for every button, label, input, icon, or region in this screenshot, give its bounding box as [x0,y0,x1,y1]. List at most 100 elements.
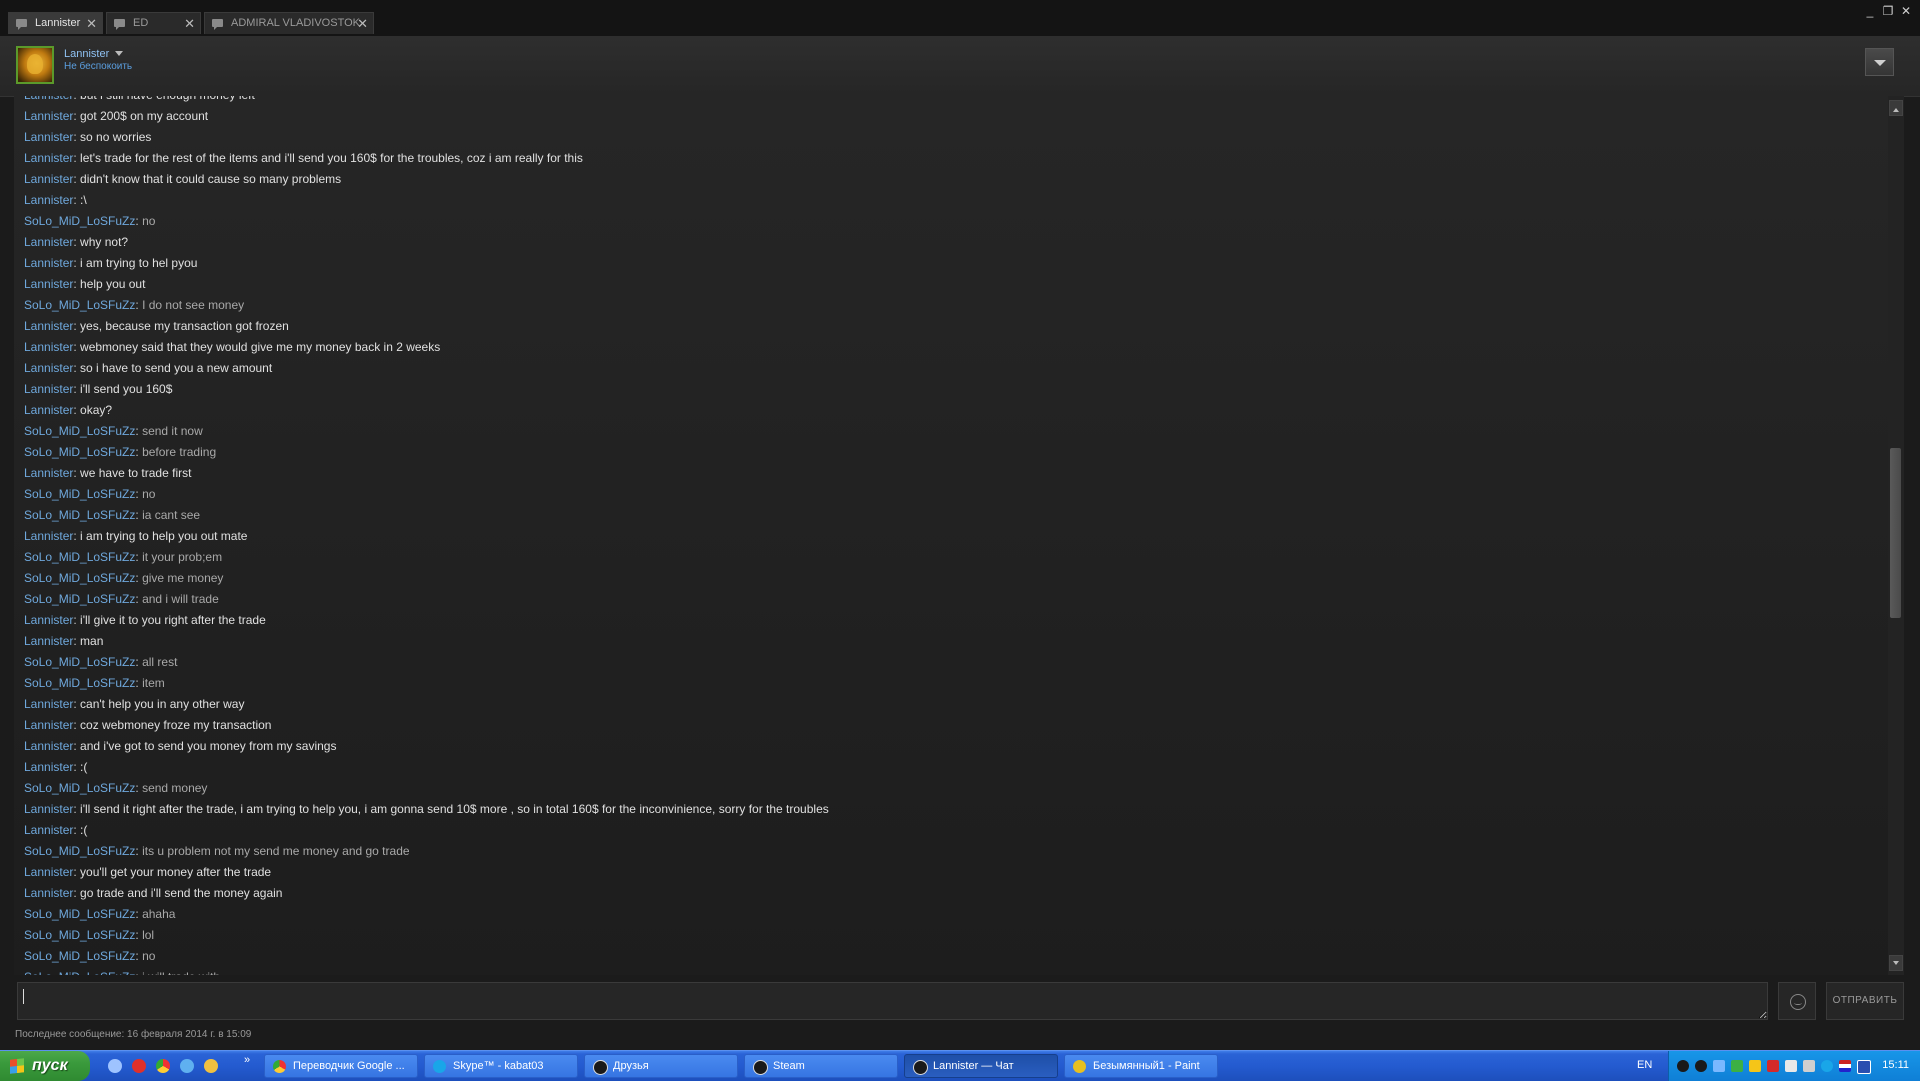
quicklaunch-more-icon[interactable]: » [244,1054,250,1066]
friend-name[interactable]: Lannister [64,48,109,60]
tray-shield-icon[interactable] [1731,1060,1743,1072]
message-author[interactable]: SoLo_MiD_LoSFuZz [24,487,135,501]
message-author[interactable]: SoLo_MiD_LoSFuZz [24,844,135,858]
message-author[interactable]: SoLo_MiD_LoSFuZz [24,424,135,438]
message-author[interactable]: SoLo_MiD_LoSFuZz [24,781,135,795]
message-author[interactable]: Lannister [24,172,73,186]
message-author[interactable]: Lannister [24,340,73,354]
message-text: why not? [80,235,129,249]
emoticon-button[interactable] [1778,982,1816,1020]
scroll-down-icon[interactable] [1889,955,1903,971]
chat-message: Lannister: you'll get your money after t… [24,862,829,883]
language-indicator[interactable]: EN [1637,1059,1652,1071]
chat-message: Lannister: and i've got to send you mone… [24,736,829,757]
tray-network-icon[interactable] [1713,1060,1725,1072]
message-author[interactable]: Lannister [24,151,73,165]
message-author[interactable]: SoLo_MiD_LoSFuZz [24,571,135,585]
quicklaunch-app-icon[interactable] [204,1059,218,1073]
message-author[interactable]: Lannister [24,886,73,900]
message-author[interactable]: Lannister [24,865,73,879]
message-author[interactable]: Lannister [24,109,73,123]
message-author[interactable]: SoLo_MiD_LoSFuZz [24,550,135,564]
scroll-thumb[interactable] [1890,448,1901,618]
steam-icon [913,1060,928,1075]
tray-v-icon[interactable] [1767,1060,1779,1072]
message-author[interactable]: Lannister [24,613,73,627]
paint-icon [1073,1060,1086,1073]
message-author[interactable]: Lannister [24,760,73,774]
task-steam[interactable]: Steam [744,1054,898,1078]
task-lannister-chat[interactable]: Lannister — Чат [904,1054,1058,1078]
tray-app-icon[interactable] [1857,1060,1871,1074]
tray-skype-icon[interactable] [1821,1060,1833,1072]
task-google-translate[interactable]: Переводчик Google ... [264,1054,418,1078]
chat-message: SoLo_MiD_LoSFuZz: ia cant see [24,505,829,526]
message-author[interactable]: Lannister [24,256,73,270]
tray-app-icon[interactable] [1785,1060,1797,1072]
message-author[interactable]: Lannister [24,96,73,102]
message-author[interactable]: Lannister [24,823,73,837]
message-author[interactable]: SoLo_MiD_LoSFuZz [24,592,135,606]
quicklaunch-chrome-icon[interactable] [156,1059,170,1073]
message-author[interactable]: SoLo_MiD_LoSFuZz [24,928,135,942]
message-author[interactable]: Lannister [24,466,73,480]
tray-steam-icon[interactable] [1695,1060,1707,1072]
message-author[interactable]: Lannister [24,382,73,396]
message-author[interactable]: SoLo_MiD_LoSFuZz [24,508,135,522]
restore-icon[interactable]: ❐ [1881,4,1895,18]
tray-steam-icon[interactable] [1677,1060,1689,1072]
message-author[interactable]: Lannister [24,739,73,753]
scroll-up-icon[interactable] [1889,100,1903,116]
message-text: go trade and i'll send the money again [80,886,283,900]
tab-ed[interactable]: ED ✕ [106,12,201,34]
tray-flag-icon[interactable] [1839,1060,1851,1072]
message-author[interactable]: Lannister [24,718,73,732]
quicklaunch-opera-icon[interactable] [132,1059,146,1073]
minimize-icon[interactable]: _ [1863,4,1877,18]
close-window-icon[interactable]: ✕ [1899,4,1913,18]
chat-message: SoLo_MiD_LoSFuZz: i will trade with [24,967,829,975]
message-author[interactable]: Lannister [24,130,73,144]
task-paint[interactable]: Безымянный1 - Paint [1064,1054,1218,1078]
tray-antivirus-icon[interactable] [1749,1060,1761,1072]
chevron-down-icon[interactable] [115,51,123,56]
chat-message: Lannister: help you out [24,274,829,295]
task-skype[interactable]: Skype™ - kabat03 [424,1054,578,1078]
chat-options-button[interactable] [1865,48,1894,76]
message-author[interactable]: SoLo_MiD_LoSFuZz [24,949,135,963]
start-button[interactable]: пуск [0,1051,90,1081]
message-author[interactable]: Lannister [24,529,73,543]
tab-admiral-vladivostok[interactable]: ADMIRAL VLADIVOSTOK ✕ [204,12,374,34]
message-author[interactable]: Lannister [24,193,73,207]
message-author[interactable]: Lannister [24,634,73,648]
message-scrollbar[interactable] [1888,96,1904,975]
close-tab-icon[interactable]: ✕ [357,13,368,34]
tray-volume-icon[interactable] [1803,1060,1815,1072]
quicklaunch-browser-icon[interactable] [180,1059,194,1073]
message-author[interactable]: Lannister [24,802,73,816]
message-author[interactable]: SoLo_MiD_LoSFuZz [24,214,135,228]
chat-message: Lannister: go trade and i'll send the mo… [24,883,829,904]
message-author[interactable]: SoLo_MiD_LoSFuZz [24,676,135,690]
message-author[interactable]: SoLo_MiD_LoSFuZz [24,907,135,921]
steam-icon [753,1060,768,1075]
avatar[interactable] [16,46,54,84]
message-input[interactable] [17,982,1768,1020]
message-author[interactable]: Lannister [24,319,73,333]
message-author[interactable]: SoLo_MiD_LoSFuZz [24,445,135,459]
tab-lannister[interactable]: Lannister ✕ [8,12,103,34]
task-friends[interactable]: Друзья [584,1054,738,1078]
message-author[interactable]: SoLo_MiD_LoSFuZz [24,655,135,669]
message-author[interactable]: SoLo_MiD_LoSFuZz [24,298,135,312]
message-author[interactable]: Lannister [24,403,73,417]
send-button[interactable]: ОТПРАВИТЬ [1826,982,1904,1020]
quicklaunch-desktop-icon[interactable] [108,1059,122,1073]
chat-message: SoLo_MiD_LoSFuZz: and i will trade [24,589,829,610]
clock[interactable]: 15:11 [1882,1059,1909,1071]
close-tab-icon[interactable]: ✕ [184,13,195,34]
message-author[interactable]: Lannister [24,235,73,249]
message-author[interactable]: Lannister [24,361,73,375]
message-author[interactable]: Lannister [24,697,73,711]
close-tab-icon[interactable]: ✕ [86,13,97,34]
message-author[interactable]: Lannister [24,277,73,291]
